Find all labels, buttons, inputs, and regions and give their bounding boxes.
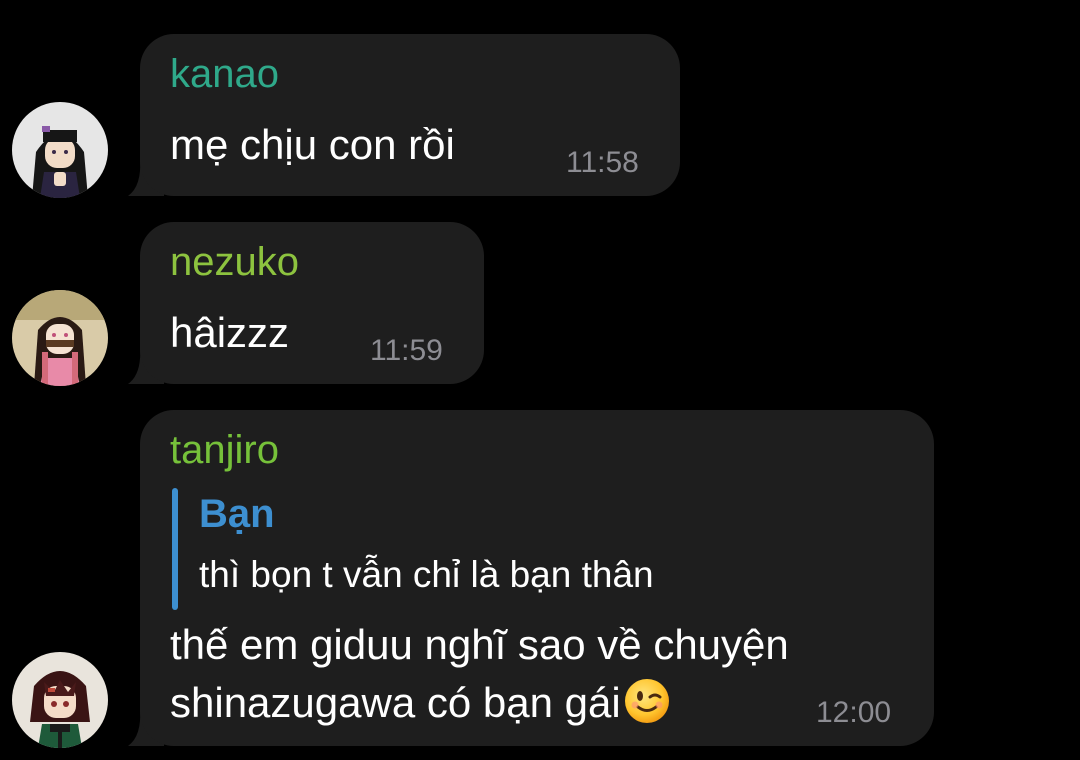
message-text-line-1: thế em giduu nghĩ sao về chuyện (170, 621, 789, 668)
tanjiro-avatar-icon[interactable] (12, 652, 108, 748)
message-text-line-2-content: shinazugawa có bạn gái (170, 679, 621, 726)
message-bubble[interactable]: tanjiro Bạn thì bọn t vẫn chỉ là bạn thâ… (140, 410, 934, 746)
message-tanjiro[interactable]: tanjiro Bạn thì bọn t vẫn chỉ là bạn thâ… (0, 0, 1080, 760)
reply-quote[interactable]: Bạn thì bọn t vẫn chỉ là bạn thân (172, 488, 772, 610)
message-text-line-2: shinazugawa có bạn gái (170, 674, 671, 732)
reply-author: Bạn (199, 492, 275, 536)
message-timestamp: 12:00 (816, 696, 892, 729)
reply-text: thì bọn t vẫn chỉ là bạn thân (199, 554, 654, 595)
reply-quote-bar (172, 488, 178, 610)
winking-face-emoji (624, 679, 669, 723)
sender-name[interactable]: tanjiro (170, 428, 279, 473)
